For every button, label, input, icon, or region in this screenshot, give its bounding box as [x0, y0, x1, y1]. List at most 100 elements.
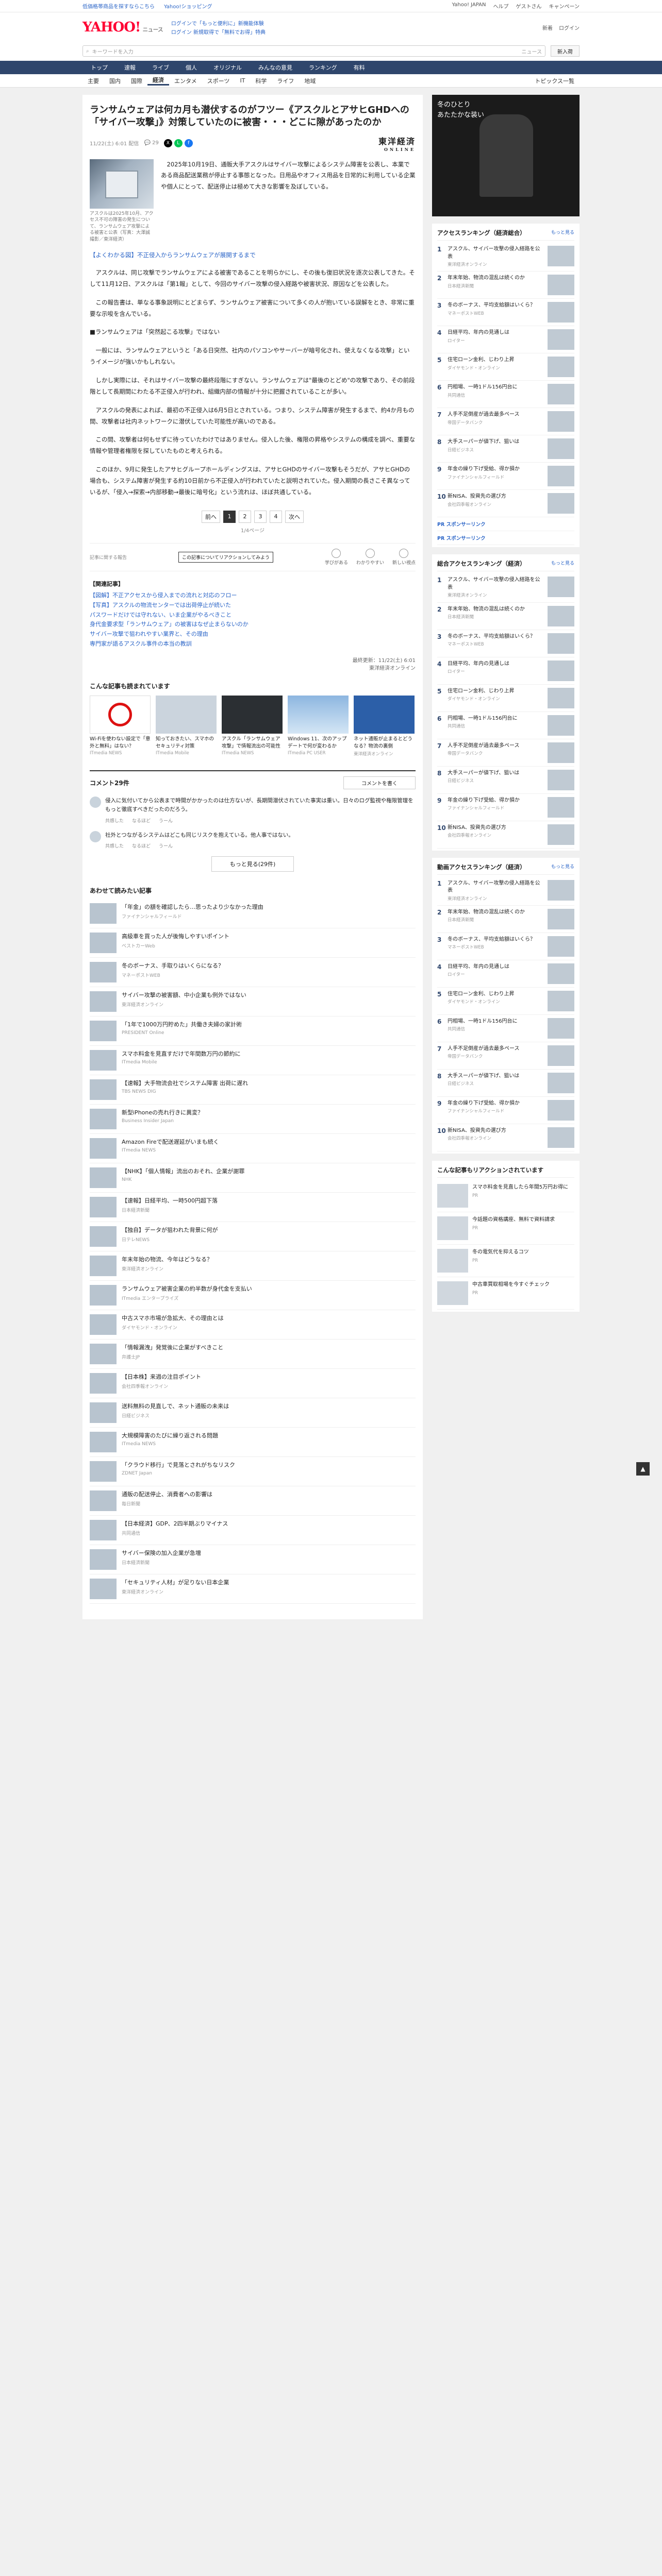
facebook-share-icon[interactable]: f — [184, 139, 193, 147]
sponsor-link[interactable]: PR スポンサーリンク — [437, 517, 574, 532]
search-input[interactable]: ⌕ キーワードを入力 ニュース — [82, 45, 545, 57]
top-link-1[interactable]: Yahoo!ショッピング — [164, 2, 212, 10]
ranking-item[interactable]: 6 円相場、一時1ドル156円台に 共同通信 — [437, 1015, 574, 1042]
empathize-button[interactable]: 共感した — [105, 842, 124, 849]
ranking-item[interactable]: 1 アスクル、サイバー攻撃の侵入経路を公表 東洋経済オンライン — [437, 243, 574, 272]
tab-economy[interactable]: 経済 — [147, 76, 169, 86]
recommend-item[interactable]: スマホ料金を見直すだけで年間数万円の節約に ITmedia Mobile — [90, 1046, 416, 1076]
tab-domestic[interactable]: 国内 — [104, 77, 126, 85]
ranking-more-link[interactable]: もっと見る — [551, 863, 574, 871]
header-new[interactable]: 新着 — [542, 24, 553, 31]
recommend-item[interactable]: 「クラウド移行」で見落とされがちなリスク ZDNET Japan — [90, 1457, 416, 1487]
line-share-icon[interactable]: L — [174, 139, 183, 147]
recommend-item[interactable]: 中古スマホ市場が急拡大、その理由とは ダイヤモンド・オンライン — [90, 1310, 416, 1340]
recommend-item[interactable]: 【速報】大手物流会社でシステム障害 出荷に遅れ TBS NEWS DIG — [90, 1075, 416, 1105]
ranking-item[interactable]: 1 アスクル、サイバー攻撃の侵入経路を公表 東洋経済オンライン — [437, 877, 574, 906]
recommend-item[interactable]: ランサムウェア被害企業の約半数が身代金を支払い ITmedia エンタープライズ — [90, 1281, 416, 1311]
ranking-item[interactable]: 3 冬のボーナス、平均支給額はいくら？ マネーポストWEB — [437, 299, 574, 327]
publisher-logo[interactable]: 東洋経済 ONLINE — [378, 134, 416, 152]
hmm-button[interactable]: うーん — [159, 842, 173, 849]
popular-card[interactable]: Wi-Fiを使わない設定で「意外と無料」はない？ ITmedia NEWS — [90, 696, 151, 757]
ranking-item[interactable]: 10 新NISA、投資先の選び方 会社四季報オンライン — [437, 490, 574, 518]
top-right-0[interactable]: Yahoo! JAPAN — [452, 2, 486, 10]
reaction-new-view[interactable]: 新しい視点 — [392, 548, 416, 566]
recommend-item[interactable]: 新型iPhoneの売れ行きに異変？ Business Insider Japan — [90, 1105, 416, 1134]
recommend-item[interactable]: 「年金」の額を確認したら…思ったより少なかった理由 ファイナンシャルフィールド — [90, 899, 416, 929]
ranking-item[interactable]: 9 年金の繰り下げ受給、得か損か ファイナンシャルフィールド — [437, 463, 574, 490]
ranking-item[interactable]: 4 日経平均、年内の見通しは ロイター — [437, 657, 574, 685]
more-comments-button[interactable]: もっと見る(29件) — [211, 856, 294, 872]
page-1-button[interactable]: 1 — [223, 510, 236, 523]
ranking-item[interactable]: 7 人手不足倒産が過去最多ペース 帝国データバンク — [437, 408, 574, 436]
nav-original[interactable]: オリジナル — [205, 63, 250, 72]
recommend-item[interactable]: 冬のボーナス、手取りはいくらになる？ マネーポストWEB — [90, 958, 416, 988]
header-promo-0[interactable]: ログインで「もっと便利に」新機能体験 — [171, 19, 266, 27]
agree-button[interactable]: なるほど — [132, 842, 151, 849]
ranking-item[interactable]: 7 人手不足倒産が過去最多ペース 帝国データバンク — [437, 739, 574, 767]
comment-count-link[interactable]: 💬 29 — [144, 140, 158, 146]
related-link[interactable]: サイバー攻撃で狙われやすい業界と、その理由 — [90, 630, 416, 639]
nav-individual[interactable]: 個人 — [177, 63, 205, 72]
nav-paid[interactable]: 有料 — [345, 63, 373, 72]
ranking-item[interactable]: 6 円相場、一時1ドル156円台に 共同通信 — [437, 381, 574, 409]
recommend-item[interactable]: 「1年で1000万円貯めた」共働き夫婦の家計術 PRESIDENT Online — [90, 1016, 416, 1046]
recommend-item[interactable]: 「セキュリティ人材」が足りない日本企業 東洋経済オンライン — [90, 1574, 416, 1604]
topics-list-link[interactable]: トピックス一覧 — [529, 77, 580, 85]
empathize-button[interactable]: 共感した — [105, 817, 124, 824]
yahoo-logo[interactable]: YAHOO! ニュース — [82, 20, 163, 35]
tab-international[interactable]: 国際 — [126, 77, 147, 85]
recommend-item[interactable]: 【日本株】来週の注目ポイント 会社四季報オンライン — [90, 1369, 416, 1399]
article-thumbnail[interactable] — [90, 159, 154, 209]
popular-card[interactable]: ネット通販が止まるとどうなる？物流の裏側 東洋経済オンライン — [354, 696, 415, 757]
write-comment-button[interactable]: コメントを書く — [343, 776, 416, 790]
sidebar-ad-item[interactable]: 冬の電気代を抑えるコツ PR — [437, 1245, 574, 1277]
ranking-item[interactable]: 10 新NISA、投資先の選び方 会社四季報オンライン — [437, 1124, 574, 1151]
ranking-item[interactable]: 2 年末年始、物流の混乱は続くのか 日本経済新聞 — [437, 272, 574, 299]
tab-life[interactable]: ライフ — [272, 77, 299, 85]
sidebar-ad-item[interactable]: 中古車買取相場を今すぐチェック PR — [437, 1277, 574, 1310]
tab-sports[interactable]: スポーツ — [202, 77, 235, 85]
prev-page-button[interactable]: 前へ — [202, 510, 220, 523]
page-2-button[interactable]: 2 — [239, 510, 251, 523]
popular-card[interactable]: アスクル「ランサムウェア攻撃」で情報流出の可能性 ITmedia NEWS — [222, 696, 283, 757]
related-link[interactable]: 【写真】アスクルの物流センターでは出荷停止が続いた — [90, 601, 416, 611]
ranking-item[interactable]: 1 アスクル、サイバー攻撃の侵入経路を公表 東洋経済オンライン — [437, 573, 574, 603]
sidebar-ad-item[interactable]: 今話題の資格講座、無料で資料請求 PR — [437, 1212, 574, 1245]
ranking-item[interactable]: 2 年末年始、物流の混乱は続くのか 日本経済新聞 — [437, 603, 574, 630]
header-promo-1[interactable]: ログイン 新規取得で「無料でお得」特典 — [171, 28, 266, 36]
recommend-item[interactable]: 通販の配送停止、消費者への影響は 毎日新聞 — [90, 1486, 416, 1516]
reaction-learn[interactable]: 学びがある — [325, 548, 348, 566]
ranking-item[interactable]: 5 住宅ローン金利、じわり上昇 ダイヤモンド・オンライン — [437, 685, 574, 712]
ranking-item[interactable]: 10 新NISA、投資先の選び方 会社四季報オンライン — [437, 821, 574, 849]
related-link[interactable]: パスワードだけでは守れない、いま企業がやるべきこと — [90, 611, 416, 620]
ranking-item[interactable]: 8 大手スーパーが値下げ、狙いは 日経ビジネス — [437, 1070, 574, 1097]
x-share-icon[interactable]: X — [163, 139, 172, 147]
popular-card[interactable]: 知っておきたい、スマホのセキュリティ対策 ITmedia Mobile — [156, 696, 217, 757]
recommend-item[interactable]: 年末年始の物流、今年はどうなる？ 東洋経済オンライン — [90, 1251, 416, 1281]
nav-top[interactable]: トップ — [82, 63, 116, 72]
recommend-item[interactable]: 送料無料の見直しで、ネット通販の未来は 日経ビジネス — [90, 1398, 416, 1428]
top-right-1[interactable]: ヘルプ — [493, 2, 509, 10]
page-3-button[interactable]: 3 — [254, 510, 267, 523]
next-page-button[interactable]: 次へ — [285, 510, 304, 523]
nav-live[interactable]: ライブ — [144, 63, 177, 72]
recommend-item[interactable]: 高級車を買った人が後悔しやすいポイント ベストカーWeb — [90, 928, 416, 958]
top-right-3[interactable]: キャンペーン — [549, 2, 580, 10]
ranking-item[interactable]: 5 住宅ローン金利、じわり上昇 ダイヤモンド・オンライン — [437, 353, 574, 381]
ranking-more-link[interactable]: もっと見る — [551, 560, 574, 568]
related-link[interactable]: 【図解】不正アクセスから侵入までの流れと対応のフロー — [90, 591, 416, 601]
ranking-item[interactable]: 5 住宅ローン金利、じわり上昇 ダイヤモンド・オンライン — [437, 988, 574, 1015]
scroll-to-top-button[interactable]: ▲ — [636, 1462, 650, 1476]
recommend-item[interactable]: 【速報】日経平均、一時500円超下落 日本経済新聞 — [90, 1193, 416, 1223]
nav-opinions[interactable]: みんなの意見 — [250, 63, 301, 72]
related-link[interactable]: 専門家が語るアスクル事件の本当の教訓 — [90, 639, 416, 649]
ranking-item[interactable]: 8 大手スーパーが値下げ、狙いは 日経ビジネス — [437, 435, 574, 463]
reaction-clear[interactable]: わかりやすい — [356, 548, 384, 566]
popular-card[interactable]: Windows 11、次のアップデートで何が変わるか ITmedia PC US… — [288, 696, 349, 757]
recommend-item[interactable]: 大規模障害のたびに繰り返される問題 ITmedia NEWS — [90, 1428, 416, 1458]
ranking-item[interactable]: 4 日経平均、年内の見通しは ロイター — [437, 326, 574, 354]
tab-local[interactable]: 地域 — [299, 77, 321, 85]
ranking-item[interactable]: 2 年末年始、物流の混乱は続くのか 日本経済新聞 — [437, 906, 574, 933]
tab-entertainment[interactable]: エンタメ — [169, 77, 202, 85]
ranking-item[interactable]: 8 大手スーパーが値下げ、狙いは 日経ビジネス — [437, 767, 574, 794]
